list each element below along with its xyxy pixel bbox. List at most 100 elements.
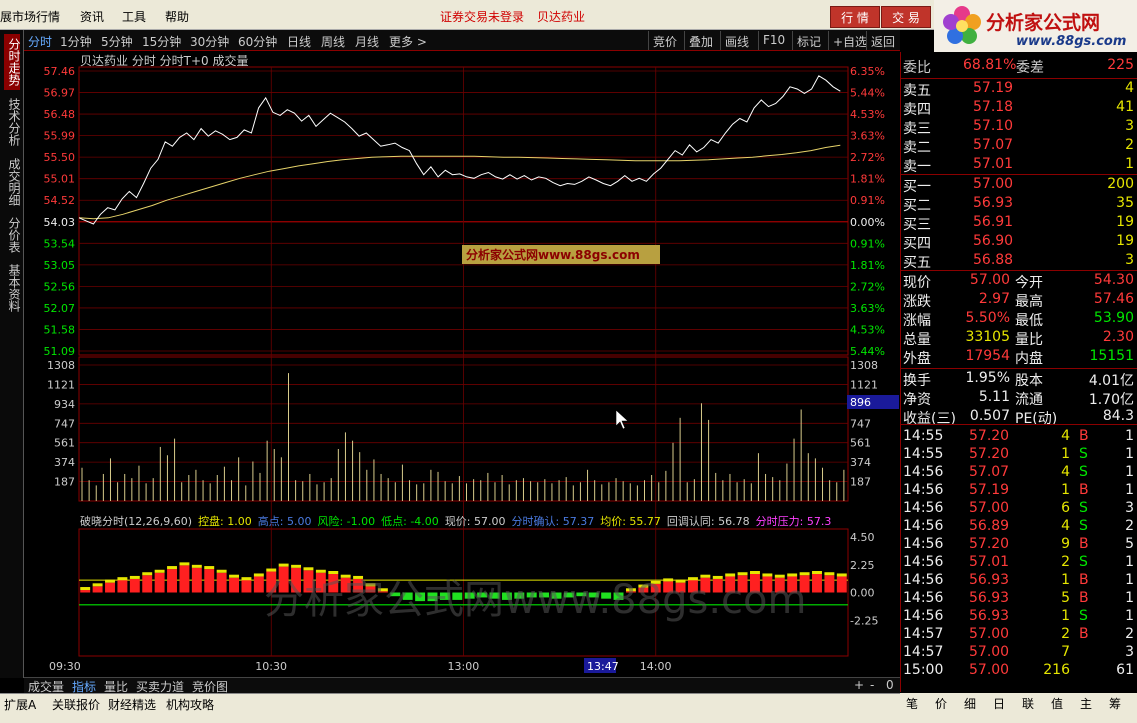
tick-time: 14:56 bbox=[903, 590, 944, 606]
sell-volume: 1 bbox=[1125, 156, 1134, 172]
fin-row: 净资 5.11 流通 1.70亿 bbox=[901, 389, 1137, 408]
percent-label: 1.81% bbox=[850, 173, 885, 186]
status-tab-related[interactable]: 关联报价 bbox=[52, 696, 100, 713]
sell-row: 卖五 57.19 4 bbox=[901, 80, 1137, 99]
price-label: 51.09 bbox=[44, 345, 76, 358]
percent-label: 0.91% bbox=[850, 237, 885, 250]
indicator-value: 现价: 57.00 bbox=[445, 515, 506, 528]
add-favorite-button[interactable]: +自选 bbox=[828, 31, 871, 50]
tick-time: 14:55 bbox=[903, 428, 944, 444]
tick-time: 14:56 bbox=[903, 572, 944, 588]
tick-price: 57.00 bbox=[969, 626, 1010, 642]
period-week[interactable]: 周线 bbox=[321, 33, 345, 50]
buy-row: 买三 56.91 19 bbox=[901, 214, 1137, 233]
right-tab[interactable]: 联 bbox=[1022, 695, 1034, 712]
indicator-cap bbox=[216, 569, 227, 573]
stat-value: 53.90 bbox=[1093, 310, 1134, 326]
mark-button[interactable]: 标记 bbox=[792, 31, 825, 50]
status-tab-finance[interactable]: 财经精选 bbox=[108, 696, 156, 713]
period-5min[interactable]: 5分钟 bbox=[101, 33, 133, 50]
zoom-out-button[interactable]: - bbox=[870, 678, 874, 692]
indicator-value: 高点: 5.00 bbox=[258, 514, 312, 528]
volume-label-right: 561 bbox=[850, 437, 871, 450]
volume-label: 187 bbox=[54, 476, 75, 489]
buy-level-label: 买三 bbox=[903, 217, 931, 233]
period-month[interactable]: 月线 bbox=[355, 33, 379, 50]
intraday-chart[interactable]: 57.46 6.35% 56.97 5.44% 56.48 4.53% 55.99 3.63%… bbox=[24, 51, 900, 677]
time-label: 14:00 bbox=[640, 660, 672, 673]
price-label: 56.48 bbox=[44, 108, 76, 121]
tab-intraday[interactable]: 分时走势 bbox=[4, 34, 21, 90]
indicator-cap bbox=[812, 571, 822, 574]
period-15min[interactable]: 15分钟 bbox=[142, 33, 181, 50]
tab-price-table[interactable]: 分价表 bbox=[4, 214, 21, 256]
trade-button[interactable]: 交 易 bbox=[881, 6, 931, 28]
tick-direction: B bbox=[1079, 590, 1089, 606]
fin-value: 84.3 bbox=[1102, 408, 1134, 424]
auction-button[interactable]: 竞价 bbox=[648, 31, 681, 50]
indicator-cap bbox=[117, 577, 128, 581]
tick-row: 14:57 57.00 7 3 bbox=[901, 644, 1137, 663]
volume-label-right: 747 bbox=[850, 417, 871, 430]
menu-help[interactable]: 帮助 bbox=[165, 8, 189, 25]
stat-label: 量比 bbox=[1015, 332, 1043, 348]
stat-label: 最低 bbox=[1015, 313, 1043, 329]
period-intraday[interactable]: 分时 bbox=[28, 33, 52, 50]
tab-deals[interactable]: 成交明细 bbox=[4, 154, 21, 210]
draw-button[interactable]: 画线 bbox=[720, 31, 753, 50]
menu-news[interactable]: 资讯 bbox=[80, 8, 104, 25]
tick-volume: 9 bbox=[1061, 536, 1070, 552]
tab-basic-info[interactable]: 基本资料 bbox=[4, 260, 21, 316]
volume-label: 934 bbox=[54, 398, 75, 411]
indicator-value: 控盘: 1.00 bbox=[198, 514, 252, 528]
overlay-button[interactable]: 叠加 bbox=[684, 31, 717, 50]
tick-row: 14:56 57.07 4 S 1 bbox=[901, 464, 1137, 483]
period-day[interactable]: 日线 bbox=[287, 33, 311, 50]
percent-label: 3.63% bbox=[850, 302, 885, 315]
indicator-cap bbox=[266, 568, 277, 572]
volume-label: 1308 bbox=[47, 359, 75, 372]
right-tab[interactable]: 日 bbox=[993, 695, 1005, 712]
period-1min[interactable]: 1分钟 bbox=[60, 33, 92, 50]
right-tab[interactable]: 价 bbox=[935, 695, 947, 712]
percent-label: 0.00% bbox=[850, 216, 885, 229]
tick-time: 14:56 bbox=[903, 608, 944, 624]
stat-label: 最高 bbox=[1015, 294, 1043, 310]
tick-direction: B bbox=[1079, 482, 1089, 498]
indicator-tabs: 成交量 指标 量比 买卖力道 竞价图 + - 0 bbox=[24, 677, 900, 694]
quote-button[interactable]: 行 情 bbox=[830, 6, 880, 28]
buy-volume: 3 bbox=[1125, 252, 1134, 268]
right-tab[interactable]: 值 bbox=[1051, 695, 1063, 712]
fin-value: 4.01亿 bbox=[1088, 373, 1134, 389]
tick-direction: B bbox=[1079, 536, 1089, 552]
reset-button[interactable]: 0 bbox=[886, 678, 894, 692]
period-more[interactable]: 更多 > bbox=[389, 33, 427, 50]
percent-label: 3.63% bbox=[850, 130, 885, 143]
tab-technical[interactable]: 技术分析 bbox=[4, 94, 21, 150]
right-tab[interactable]: 笔 bbox=[906, 695, 918, 712]
period-60min[interactable]: 60分钟 bbox=[238, 33, 277, 50]
indicator-bar bbox=[105, 582, 115, 593]
time-label: 13:00 bbox=[448, 660, 480, 673]
indicator-cap bbox=[750, 571, 760, 574]
back-button[interactable]: 返回 bbox=[866, 31, 899, 50]
status-tab-expand[interactable]: 扩展A bbox=[4, 696, 36, 713]
right-tab[interactable]: 筹 bbox=[1109, 695, 1121, 712]
fin-row: 换手 1.95% 股本 4.01亿 bbox=[901, 370, 1137, 389]
f10-button[interactable]: F10 bbox=[758, 31, 789, 50]
zoom-in-button[interactable]: + bbox=[854, 678, 864, 692]
fin-value: 1.70亿 bbox=[1088, 392, 1134, 408]
right-tab[interactable]: 主 bbox=[1080, 695, 1092, 712]
right-tab[interactable]: 细 bbox=[964, 695, 976, 712]
tick-row: 14:56 57.01 2 S 1 bbox=[901, 554, 1137, 573]
indicator-cap bbox=[328, 571, 339, 574]
stat-value: 33105 bbox=[965, 329, 1010, 345]
stat-row: 涨幅 5.50% 最低 53.90 bbox=[901, 310, 1137, 329]
indicator-bar bbox=[241, 580, 252, 593]
sell-row: 卖四 57.18 41 bbox=[901, 99, 1137, 118]
tick-volume: 6 bbox=[1061, 500, 1070, 516]
status-tab-strategy[interactable]: 机构攻略 bbox=[166, 696, 214, 713]
time-cursor-label: 13:47 bbox=[587, 660, 619, 673]
menu-tools[interactable]: 工具 bbox=[122, 8, 146, 25]
period-30min[interactable]: 30分钟 bbox=[190, 33, 229, 50]
